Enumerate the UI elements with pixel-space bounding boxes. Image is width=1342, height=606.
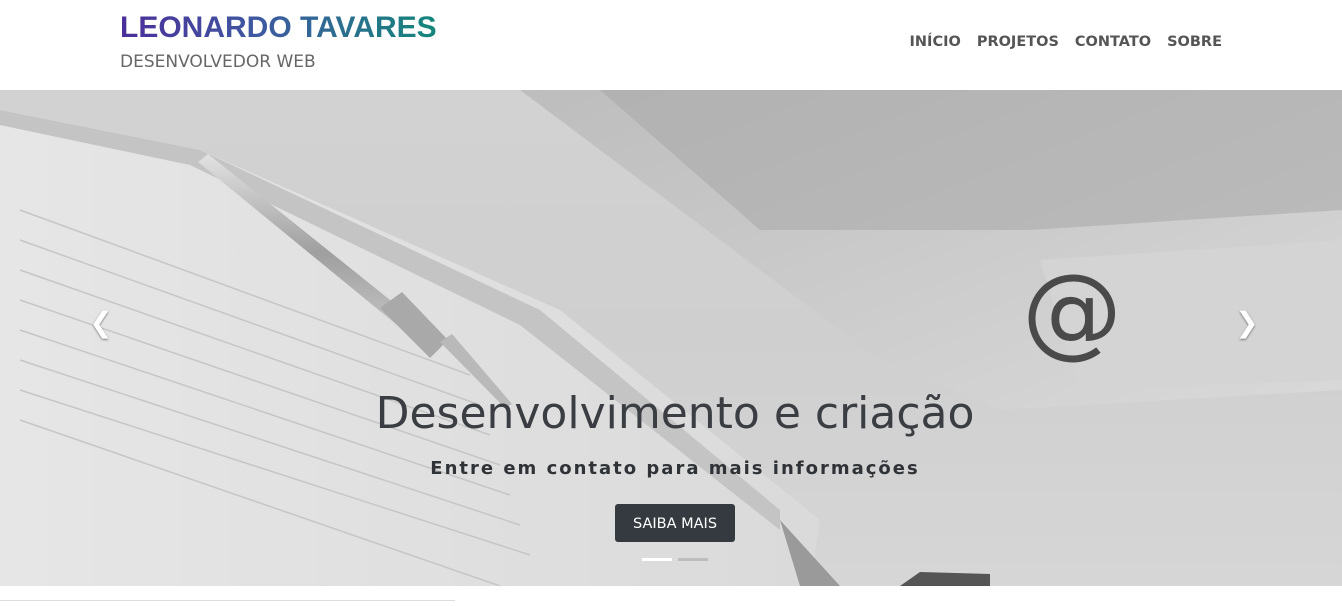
nav-inicio[interactable]: INÍCIO (910, 34, 961, 50)
carousel-title: Desenvolvimento e criação (375, 388, 975, 439)
hero-carousel: @ ❮ ❯ Desenvolvimento e criação Entre em… (0, 90, 1342, 586)
nav-sobre[interactable]: SOBRE (1167, 34, 1222, 50)
content-divider (0, 600, 455, 601)
saiba-mais-button[interactable]: SAIBA MAIS (615, 504, 735, 542)
brand-subtitle: DESENVOLVEDOR WEB (120, 52, 316, 72)
nav-projetos[interactable]: PROJETOS (977, 34, 1059, 50)
carousel-indicator[interactable] (642, 558, 672, 561)
chevron-left-icon: ❮ (89, 307, 113, 338)
brand-name[interactable]: LEONARDO TAVARES (120, 11, 437, 45)
carousel-subtitle: Entre em contato para mais informações (430, 458, 920, 479)
carousel-prev-button[interactable]: ❮ (86, 308, 116, 338)
carousel-indicators (642, 558, 708, 561)
brand[interactable]: LEONARDO TAVARES DESENVOLVEDOR WEB (120, 11, 437, 72)
carousel-indicator[interactable] (678, 558, 708, 561)
carousel-next-button[interactable]: ❯ (1232, 308, 1262, 338)
main-nav: INÍCIO PROJETOS CONTATO SOBRE (910, 34, 1222, 50)
site-header: LEONARDO TAVARES DESENVOLVEDOR WEB INÍCI… (0, 0, 1342, 90)
chevron-right-icon: ❯ (1235, 307, 1259, 338)
nav-contato[interactable]: CONTATO (1075, 34, 1151, 50)
at-icon: @ (1022, 252, 1122, 369)
